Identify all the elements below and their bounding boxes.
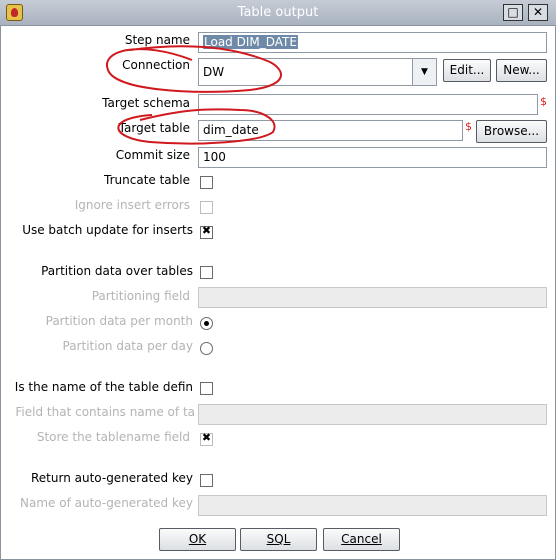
new-connection-button[interactable]: New... <box>496 59 547 82</box>
autogen-key-name-input[interactable] <box>198 495 547 516</box>
window-title: Table output <box>237 5 319 20</box>
chevron-down-icon[interactable]: ▼ <box>412 59 436 85</box>
connection-value: DW <box>203 65 225 79</box>
cancel-button[interactable]: Cancel <box>323 528 400 551</box>
close-button[interactable]: ✕ <box>528 4 548 21</box>
step-name-label: Step name <box>124 33 190 47</box>
partition-data-checkbox[interactable] <box>200 266 213 279</box>
step-name-value: Load DIM_DATE <box>203 35 298 49</box>
field-table-name-input[interactable] <box>198 404 547 425</box>
sql-button[interactable]: SQL <box>240 528 317 551</box>
partitioning-field-label: Partitioning field <box>91 289 190 303</box>
ignore-insert-errors-checkbox[interactable] <box>200 201 213 214</box>
name-in-field-checkbox[interactable] <box>200 382 213 395</box>
store-tablename-label: Store the tablename field <box>36 430 190 444</box>
title-bar: Table output □ ✕ <box>0 0 556 26</box>
truncate-table-label: Truncate table <box>104 173 190 187</box>
store-tablename-checkbox[interactable] <box>200 431 213 446</box>
variable-marker-icon: $ <box>465 120 472 133</box>
target-schema-label: Target schema <box>102 96 190 110</box>
return-autogen-key-checkbox[interactable] <box>200 474 213 487</box>
target-schema-input[interactable] <box>198 94 538 115</box>
connection-label: Connection <box>122 58 190 72</box>
autogen-key-name-label: Name of auto-generated key <box>20 496 193 510</box>
batch-update-checkbox[interactable] <box>200 224 213 239</box>
browse-button[interactable]: Browse... <box>476 120 547 143</box>
connection-select[interactable]: DW ▼ <box>198 58 437 86</box>
commit-size-label: Commit size <box>115 148 190 162</box>
truncate-table-checkbox[interactable] <box>200 176 213 189</box>
partition-month-radio[interactable] <box>200 317 213 330</box>
partitioning-field-input[interactable] <box>198 287 547 308</box>
maximize-button[interactable]: □ <box>503 4 523 21</box>
ignore-insert-errors-label: Ignore insert errors <box>74 198 190 212</box>
partition-day-label: Partition data per day <box>62 339 194 353</box>
batch-update-label: Use batch update for inserts <box>22 223 193 237</box>
name-in-field-label: Is the name of the table defin <box>14 380 193 394</box>
partition-month-label: Partition data per month <box>45 314 193 328</box>
commit-size-input[interactable]: 100 <box>198 147 547 168</box>
target-table-input[interactable]: dim_date <box>198 120 463 141</box>
edit-connection-button[interactable]: Edit... <box>443 59 491 82</box>
return-autogen-key-label: Return auto-generated key <box>31 471 193 485</box>
partition-day-radio[interactable] <box>200 342 213 355</box>
variable-marker-icon: $ <box>540 95 547 108</box>
target-table-label: Target table <box>118 121 190 135</box>
ok-button[interactable]: OK <box>159 528 236 551</box>
step-name-input[interactable]: Load DIM_DATE <box>198 32 547 53</box>
field-table-name-label: Field that contains name of ta <box>15 405 195 419</box>
partition-data-label: Partition data over tables <box>41 264 193 278</box>
